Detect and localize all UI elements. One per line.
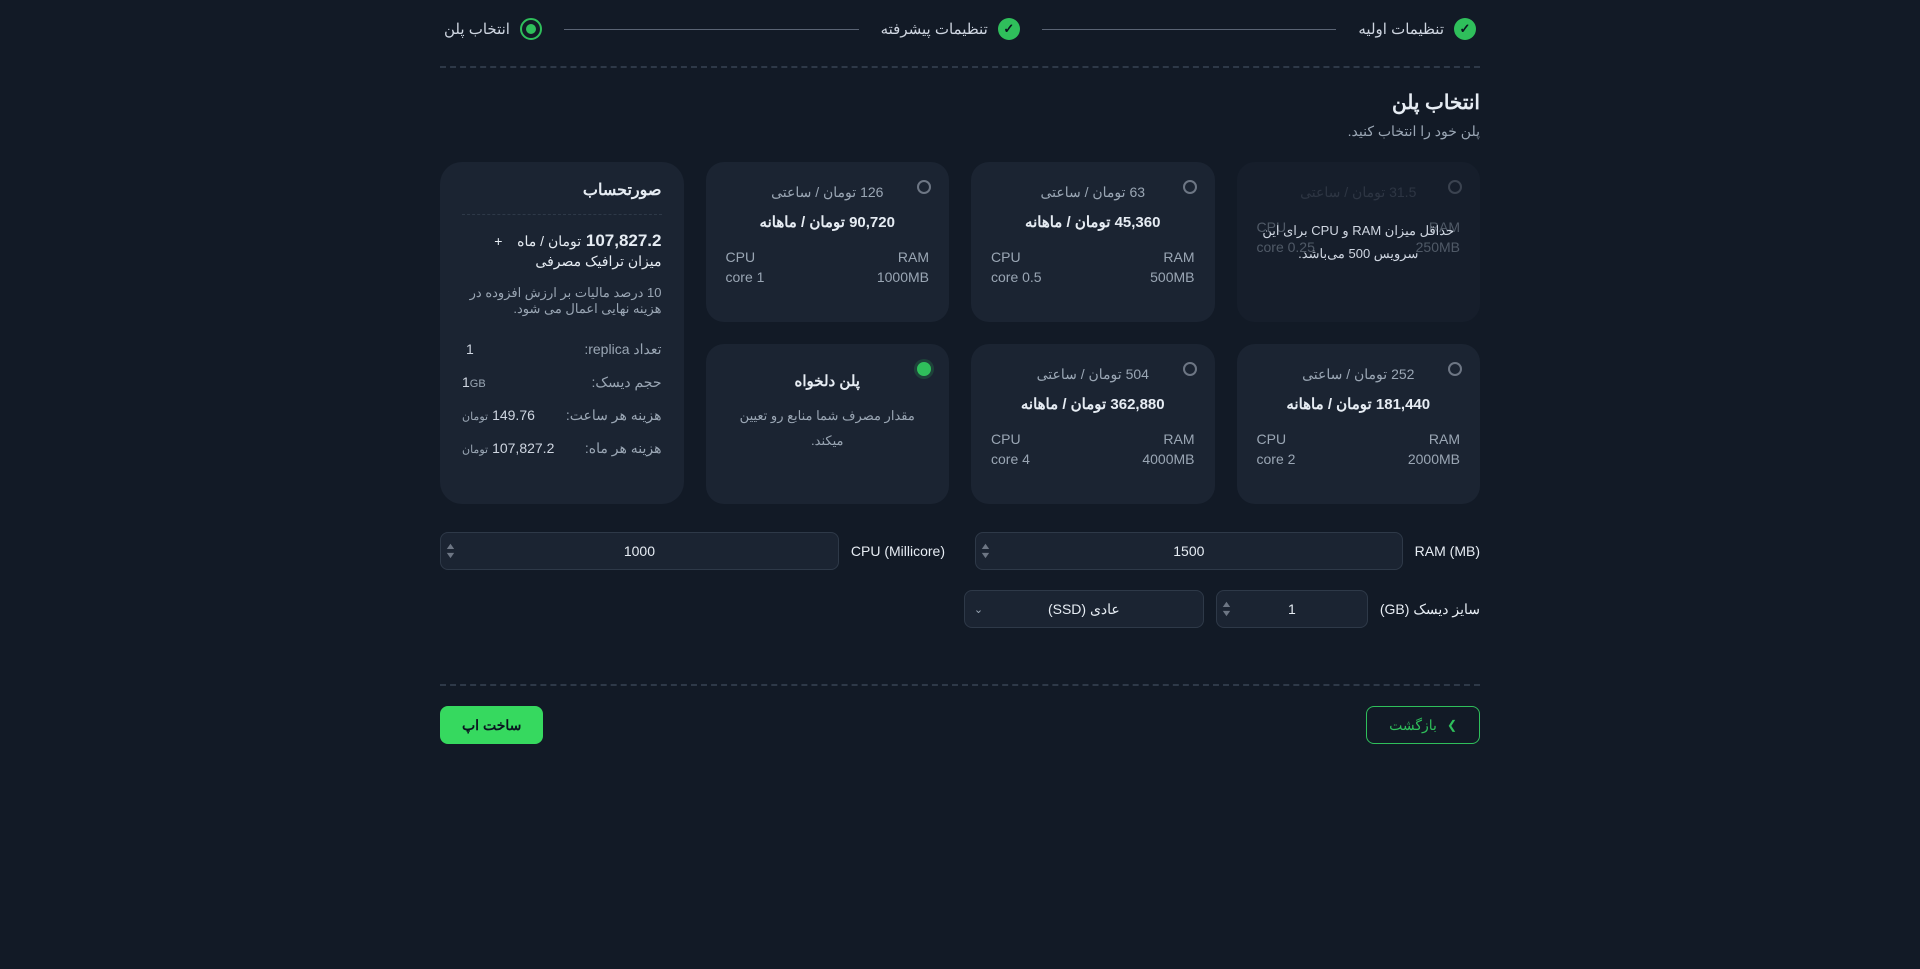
- step-divider: [564, 29, 859, 30]
- create-app-button[interactable]: ساخت اپ: [440, 706, 543, 744]
- ram-input[interactable]: [975, 532, 1403, 570]
- billing-note: 10 درصد مالیات بر ارزش افزوده در هزینه ن…: [462, 285, 662, 317]
- plan-radio-selected[interactable]: [917, 362, 931, 376]
- plan-card[interactable]: 504 تومان / ساعتی 362,880 تومان / ماهانه…: [971, 344, 1215, 504]
- ram-label: RAM: [1163, 249, 1194, 265]
- custom-plan-title: پلن دلخواه: [726, 372, 930, 390]
- step-label: انتخاب پلن: [444, 20, 510, 38]
- ram-value: 2000MB: [1408, 451, 1460, 467]
- plan-radio[interactable]: [1183, 180, 1197, 194]
- current-step-icon: [520, 18, 542, 40]
- disk-size-label: سایز دیسک (GB): [1380, 601, 1480, 618]
- ram-input-label: RAM (MB): [1415, 543, 1480, 559]
- stepper-icon[interactable]: ▲▼: [981, 532, 990, 570]
- ram-label: RAM: [898, 249, 929, 265]
- cpu-label: CPU: [726, 249, 756, 265]
- create-button-label: ساخت اپ: [462, 717, 521, 734]
- ram-label: RAM: [1163, 431, 1194, 447]
- step-2: ✓ تنظیمات پیشرفته: [881, 18, 1020, 40]
- step-label: تنظیمات پیشرفته: [881, 20, 988, 38]
- plan-card-disabled: 31.5 تومان / ساعتی RAM250MB CPU0.25 core…: [1237, 162, 1481, 322]
- plan-disabled-message: حداقل میزان RAM و CPU برای این سرویس 500…: [1237, 162, 1481, 322]
- cpu-value: 2 core: [1257, 451, 1296, 467]
- plan-radio[interactable]: [917, 180, 931, 194]
- custom-plan-desc: مقدار مصرف شما منابع رو تعیین میکند.: [726, 404, 930, 453]
- plan-card[interactable]: 252 تومان / ساعتی 181,440 تومان / ماهانه…: [1237, 344, 1481, 504]
- section-divider: [440, 66, 1480, 68]
- billing-line: هزینه هر ساعت:149.76تومان: [462, 407, 662, 424]
- plan-hourly: 63 تومان / ساعتی: [991, 184, 1195, 201]
- page-title: انتخاب پلن: [440, 90, 1480, 115]
- stepper-icon[interactable]: ▲▼: [1222, 590, 1231, 628]
- check-icon: ✓: [1454, 18, 1476, 40]
- chevron-down-icon: ⌄: [974, 590, 983, 628]
- cpu-value: 1 core: [726, 269, 765, 285]
- plan-hourly: 126 تومان / ساعتی: [726, 184, 930, 201]
- cpu-value: 4 core: [991, 451, 1030, 467]
- plan-hourly: 252 تومان / ساعتی: [1257, 366, 1461, 383]
- billing-summary: صورتحساب 107,827.2 تومان / ماه + میزان ت…: [440, 162, 684, 504]
- check-icon: ✓: [998, 18, 1020, 40]
- ram-value: 500MB: [1150, 269, 1194, 285]
- divider: [462, 214, 662, 215]
- section-divider: [440, 684, 1480, 686]
- plan-monthly: 45,360 تومان / ماهانه: [991, 213, 1195, 231]
- cpu-value: 0.5 core: [991, 269, 1042, 285]
- plan-card[interactable]: 126 تومان / ساعتی 90,720 تومان / ماهانه …: [706, 162, 950, 322]
- disk-type-select[interactable]: عادی (SSD) ⌄: [964, 590, 1204, 628]
- cpu-input-label: CPU (Millicore): [851, 543, 945, 559]
- page-subtitle: پلن خود را انتخاب کنید.: [440, 123, 1480, 140]
- plan-monthly: 181,440 تومان / ماهانه: [1257, 395, 1461, 413]
- cpu-label: CPU: [1257, 431, 1287, 447]
- ram-value: 1000MB: [877, 269, 929, 285]
- disk-size-input[interactable]: [1216, 590, 1368, 628]
- ram-label: RAM: [1429, 431, 1460, 447]
- chevron-right-icon: ❯: [1447, 718, 1457, 732]
- step-3: انتخاب پلن: [444, 18, 542, 40]
- stepper: ✓ تنظیمات اولیه ✓ تنظیمات پیشرفته انتخاب…: [440, 18, 1480, 40]
- plan-card[interactable]: 63 تومان / ساعتی 45,360 تومان / ماهانه R…: [971, 162, 1215, 322]
- stepper-icon[interactable]: ▲▼: [446, 532, 455, 570]
- step-divider: [1042, 29, 1337, 30]
- step-label: تنظیمات اولیه: [1358, 20, 1444, 38]
- plan-radio[interactable]: [1448, 362, 1462, 376]
- plan-hourly: 504 تومان / ساعتی: [991, 366, 1195, 383]
- billing-line: تعداد replica:1: [462, 341, 662, 358]
- plan-card-custom[interactable]: پلن دلخواه مقدار مصرف شما منابع رو تعیین…: [706, 344, 950, 504]
- step-1: ✓ تنظیمات اولیه: [1358, 18, 1476, 40]
- plan-monthly: 90,720 تومان / ماهانه: [726, 213, 930, 231]
- cpu-input[interactable]: [440, 532, 839, 570]
- cpu-label: CPU: [991, 249, 1021, 265]
- ram-value: 4000MB: [1142, 451, 1194, 467]
- plan-radio[interactable]: [1183, 362, 1197, 376]
- disk-type-value: عادی (SSD): [964, 590, 1204, 628]
- cpu-label: CPU: [991, 431, 1021, 447]
- billing-total: 107,827.2 تومان / ماه + میزان ترافیک مصر…: [462, 231, 662, 271]
- billing-line: حجم دیسک:1GB: [462, 374, 662, 391]
- billing-title: صورتحساب: [462, 180, 662, 200]
- billing-line: هزینه هر ماه:107,827.2تومان: [462, 440, 662, 457]
- back-button-label: بازگشت: [1389, 717, 1437, 734]
- plan-monthly: 362,880 تومان / ماهانه: [991, 395, 1195, 413]
- back-button[interactable]: ❯ بازگشت: [1366, 706, 1480, 744]
